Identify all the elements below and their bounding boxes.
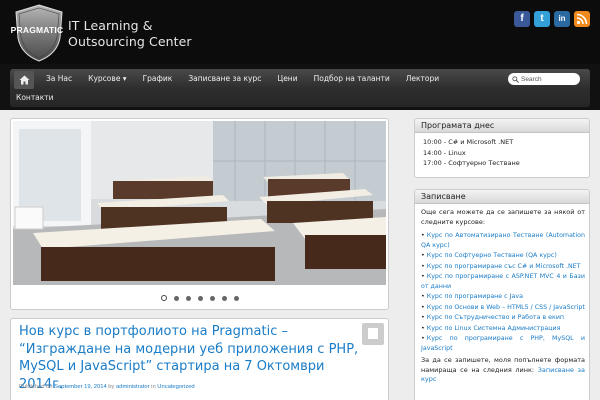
bullet-icon: •	[421, 324, 425, 332]
today-schedule-list: 10:00 - C# и Microsoft .NET 14:00 - Linu…	[415, 133, 589, 173]
social-links: f t in	[514, 11, 590, 27]
logo-text: PRAGMATIC	[10, 25, 64, 35]
schedule-item: 10:00 - C# и Microsoft .NET	[423, 138, 514, 146]
post-category-link[interactable]: Uncategorized	[157, 384, 194, 390]
course-link[interactable]: • Курс по Основи в Web – HTML5 / CSS / Ja…	[421, 303, 585, 313]
registration-widget: Записване Още сега можете да се запишете…	[414, 189, 590, 400]
bullet-icon: •	[421, 232, 425, 239]
slider-dot[interactable]	[173, 295, 179, 301]
site-tagline: IT Learning & Outsourcing Center	[68, 18, 192, 50]
meta-by: by	[106, 384, 117, 390]
course-link-text: Курс по Основи в Web – HTML5 / CSS / Jav…	[426, 303, 585, 311]
facebook-icon[interactable]: f	[514, 11, 530, 27]
site-header: PRAGMATIC IT Learning & Outsourcing Cent…	[0, 0, 600, 64]
comment-count-icon[interactable]	[362, 323, 384, 345]
registration-title: Записване	[415, 190, 589, 204]
classroom-photo	[13, 121, 386, 285]
course-link[interactable]: • Курс по Автоматизирано Тестване (Automa…	[421, 231, 585, 250]
schedule-item: 17:00 - Софтуерно Тестване	[423, 159, 520, 167]
course-link-text: Курс по програмиране с ASP.NET MVC 4 и Б…	[421, 273, 585, 290]
registration-outro: За да се запишете, моля попълнете формат…	[421, 356, 585, 385]
course-link-text: Курс по програмиране с PHP, MySQL и Java…	[421, 335, 585, 352]
slider-dot[interactable]	[160, 295, 167, 301]
bullet-icon: •	[421, 273, 425, 280]
nav-item-courses[interactable]: Курсове ▾	[80, 69, 134, 89]
course-link-text: Курс по програмиране със C# и Microsoft …	[426, 262, 581, 270]
slider-dot[interactable]	[233, 295, 239, 301]
main-navigation: За Нас Курсове ▾ График Записване за кур…	[10, 69, 590, 107]
nav-item-about[interactable]: За Нас	[38, 69, 80, 89]
post-author-link[interactable]: administrator	[116, 384, 150, 390]
course-link-text: Курс по Linux Системна Администрация	[426, 324, 561, 332]
nav-item-prices[interactable]: Цени	[269, 69, 305, 89]
course-link[interactable]: • Курс по Linux Системна Администрация	[421, 324, 585, 334]
bullet-icon: •	[421, 335, 425, 342]
meta-prefix: Published on	[19, 384, 55, 390]
post-date-link[interactable]: September 19, 2014	[54, 384, 107, 390]
home-icon	[19, 75, 29, 84]
bullet-icon: •	[421, 262, 425, 270]
nav-item-talent[interactable]: Подбор на таланти	[306, 69, 398, 89]
home-button[interactable]	[14, 70, 34, 89]
nav-item-schedule[interactable]: График	[135, 69, 181, 89]
rss-glyph	[576, 13, 588, 25]
course-link-text: Курс по Автоматизирано Тестване (Automat…	[421, 232, 585, 249]
linkedin-icon[interactable]: in	[554, 11, 570, 27]
search-icon	[512, 75, 519, 83]
blog-post: Нов курс в портфолиото на Pragmatic – “И…	[10, 318, 389, 400]
today-schedule-title: Програмата днес	[415, 119, 589, 133]
search-input[interactable]	[521, 75, 579, 83]
post-title[interactable]: Нов курс в портфолиото на Pragmatic – “И…	[19, 323, 364, 393]
rss-icon[interactable]	[574, 11, 590, 27]
schedule-item: 14:00 - Linux	[423, 148, 466, 157]
nav-item-contacts[interactable]: Контакти	[10, 89, 60, 107]
slider-dot[interactable]	[185, 295, 191, 301]
slider-dot[interactable]	[221, 295, 227, 301]
today-schedule-widget: Програмата днес 10:00 - C# и Microsoft .…	[414, 118, 590, 178]
course-link[interactable]: • Курс по Софтуерно Тестване (QA курс)	[421, 251, 585, 261]
twitter-icon[interactable]: t	[534, 11, 550, 27]
course-link-text: Курс по Софтуерно Тестване (QA курс)	[426, 252, 557, 259]
post-meta: Published on September 19, 2014 by admin…	[19, 384, 195, 390]
course-link[interactable]: • Курс по програмиране с Java	[421, 292, 585, 302]
tagline-line-2: Outsourcing Center	[68, 34, 192, 49]
nav-row-1: За Нас Курсове ▾ График Записване за кур…	[10, 69, 447, 89]
bullet-icon: •	[421, 303, 425, 311]
bullet-icon: •	[421, 314, 425, 321]
nav-row-2: Контакти	[10, 89, 60, 107]
course-link-text: Курс по програмиране с Java	[426, 293, 523, 300]
slider-dot[interactable]	[209, 295, 215, 301]
registration-body: Още сега можете да се запишете за някой …	[415, 204, 589, 389]
image-slider[interactable]	[10, 118, 389, 310]
tagline-line-1: IT Learning &	[68, 18, 153, 33]
registration-intro: Още сега можете да се запишете за някой …	[421, 208, 585, 226]
course-link[interactable]: • Курс по програмиране с PHP, MySQL и Jav…	[421, 334, 585, 353]
course-list: • Курс по Автоматизирано Тестване (Automa…	[421, 231, 585, 353]
course-link[interactable]: • Курс по програмиране с ASP.NET MVC 4 и …	[421, 272, 585, 291]
search-box[interactable]	[508, 73, 580, 85]
nav-item-register[interactable]: Записване за курс	[180, 69, 269, 89]
nav-item-lecturers[interactable]: Лектори	[398, 69, 447, 89]
course-link[interactable]: • Курс по Сътрудничество и Работа в екип	[421, 313, 585, 323]
bullet-icon: •	[421, 252, 425, 259]
course-link-text: Курс по Сътрудничество и Работа в екип	[426, 314, 565, 321]
slider-dot[interactable]	[197, 295, 203, 301]
slider-dots	[11, 295, 388, 301]
course-link[interactable]: • Курс по програмиране със C# и Microsoft…	[421, 262, 585, 272]
bullet-icon: •	[421, 293, 425, 300]
